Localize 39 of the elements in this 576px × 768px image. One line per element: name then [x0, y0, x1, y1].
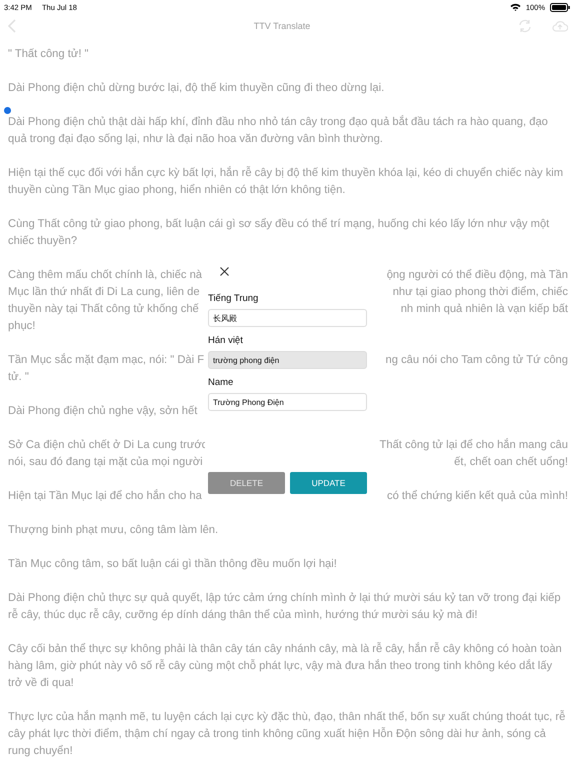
chapter-paragraph: Thượng binh phạt mưu, công tâm làm lên. — [8, 523, 220, 538]
input-field[interactable]: Trường Phong Điện — [208, 393, 367, 411]
wifi-icon — [510, 3, 521, 11]
chapter-text: ộng người có thể điều động, mà Tần — [386, 268, 568, 283]
chapter-text: ng câu nói cho Tam công tử Tứ công — [386, 353, 568, 368]
chapter-text: tử. " — [8, 370, 29, 385]
chapter-paragraph: Cây cối bản thể thực sự không phải là thân cây tán cây nhánh cây, mà là rễ cây, hắn rễ cây không có hoàn toàn hàng lâm, giờ phút này vô số rễ cây cùng một chỗ phát lực, vậy mà đưa hắn theo trong tinh không kéo dắt lấy trở về đi qua! — [8, 641, 563, 691]
field-label: Name — [208, 377, 234, 388]
chapter-paragraph: Dài Phong điện chủ thực sự quả quyết, lập tức cảm ứng chính mình ở lại thứ mười sáu kỷ tan vỡ trong đại kiếp rễ cây, thúc dục rễ cây, cưỡng ép dính dáng thân thể của mình, hướng thứ mười sáu kỷ mà đi! — [8, 591, 562, 623]
chapter-text: thuyền này tại Thất công tử khống chế — [8, 302, 199, 317]
chapter-text: Dài Phong điện chủ nghe vậy, sởn hết — [8, 404, 198, 419]
battery-icon — [550, 2, 570, 12]
cloud-upload-icon[interactable] — [552, 20, 568, 32]
chapter-text: Hiện tại Tần Mục lại để cho hắn cho ha — [8, 488, 202, 504]
field-label: Hán việt — [208, 335, 244, 346]
field-label: Tiếng Trung — [208, 293, 260, 304]
chapter-paragraph: Cùng Thất công tử giao phong, bất luận cái gì sơ sẩy đều có thể trí mạng, huống chi kéo lấy lớn như vậy một chiếc thuyền? — [8, 217, 550, 249]
chapter-text: Thất công tử lại để cho hắn mang câu — [380, 437, 568, 453]
chapter-paragraph: Dài Phong điện chủ dừng bước lại, độ thế kim thuyền cũng đi theo dừng lại. — [8, 81, 386, 96]
input-field[interactable]: 长风殿 — [208, 309, 367, 327]
chapter-paragraph: Thực lực của hắn mạnh mẽ, tu luyện cách lại cực kỳ đặc thù, đạo, thân nhất thể, bốn sự xuất chúng thoát tục, rễ cây phát lực thời điểm, thậm chí ngay cả trong tinh không cũng xuất hiện Hỗn Độn sông dài hư ảnh, sóng cả rung chuyển! — [8, 709, 566, 759]
chapter-text: ết, chết oan chết uổng! — [454, 455, 568, 470]
chapter-text: Mục lần thứ nhất đi Di La cung, liên de — [8, 285, 200, 300]
chapter-text: nh minh quả nhiên là vạn kiếp bất — [400, 302, 568, 317]
app-title: TTV Translate — [252, 21, 312, 31]
chapter-text: Tần Mục sắc mặt đạm mạc, nói: " Dài F — [8, 352, 204, 368]
refresh-icon[interactable] — [518, 19, 532, 33]
selection-handle[interactable] — [4, 107, 11, 114]
chapter-text: nói, sau đó đang tại mặt của mọi người — [8, 455, 203, 470]
back-icon[interactable] — [8, 19, 16, 33]
close-icon[interactable] — [220, 267, 229, 276]
chapter-paragraph: " Thất công tử! " — [8, 47, 90, 62]
chapter-paragraph: Hiện tại thế cục đối với hắn cực kỳ bất lợi, hắn rễ cây bị độ thế kim thuyền khóa lại, kéo di chuyển chiếc này kim thuyền cùng Tần Mục giao phong, hiển nhiên có thật lớn không tiện. — [8, 165, 564, 198]
chapter-paragraph: Tần Mục công tâm, so bất luận cái gì thần thông đều muốn lợi hại! — [8, 557, 338, 572]
chapter-text: có thể chứng kiến kết quả của mình! — [386, 489, 568, 504]
chapter-text: Càng thêm mấu chốt chính là, chiếc nà — [8, 268, 202, 283]
chapter-text: như tại giao phong thời điểm, chiếc — [392, 285, 568, 300]
chapter-text: phục! — [8, 319, 36, 334]
chapter-paragraph: Dài Phong điện chủ thật dài hấp khí, đỉnh đầu nho nhỏ tán cây trong đạo quả bắt đầu tách ra hào quang, đạo quả trong đại đạo sống lại, như là đại não hoa văn đường vân bình thường. — [8, 114, 549, 147]
